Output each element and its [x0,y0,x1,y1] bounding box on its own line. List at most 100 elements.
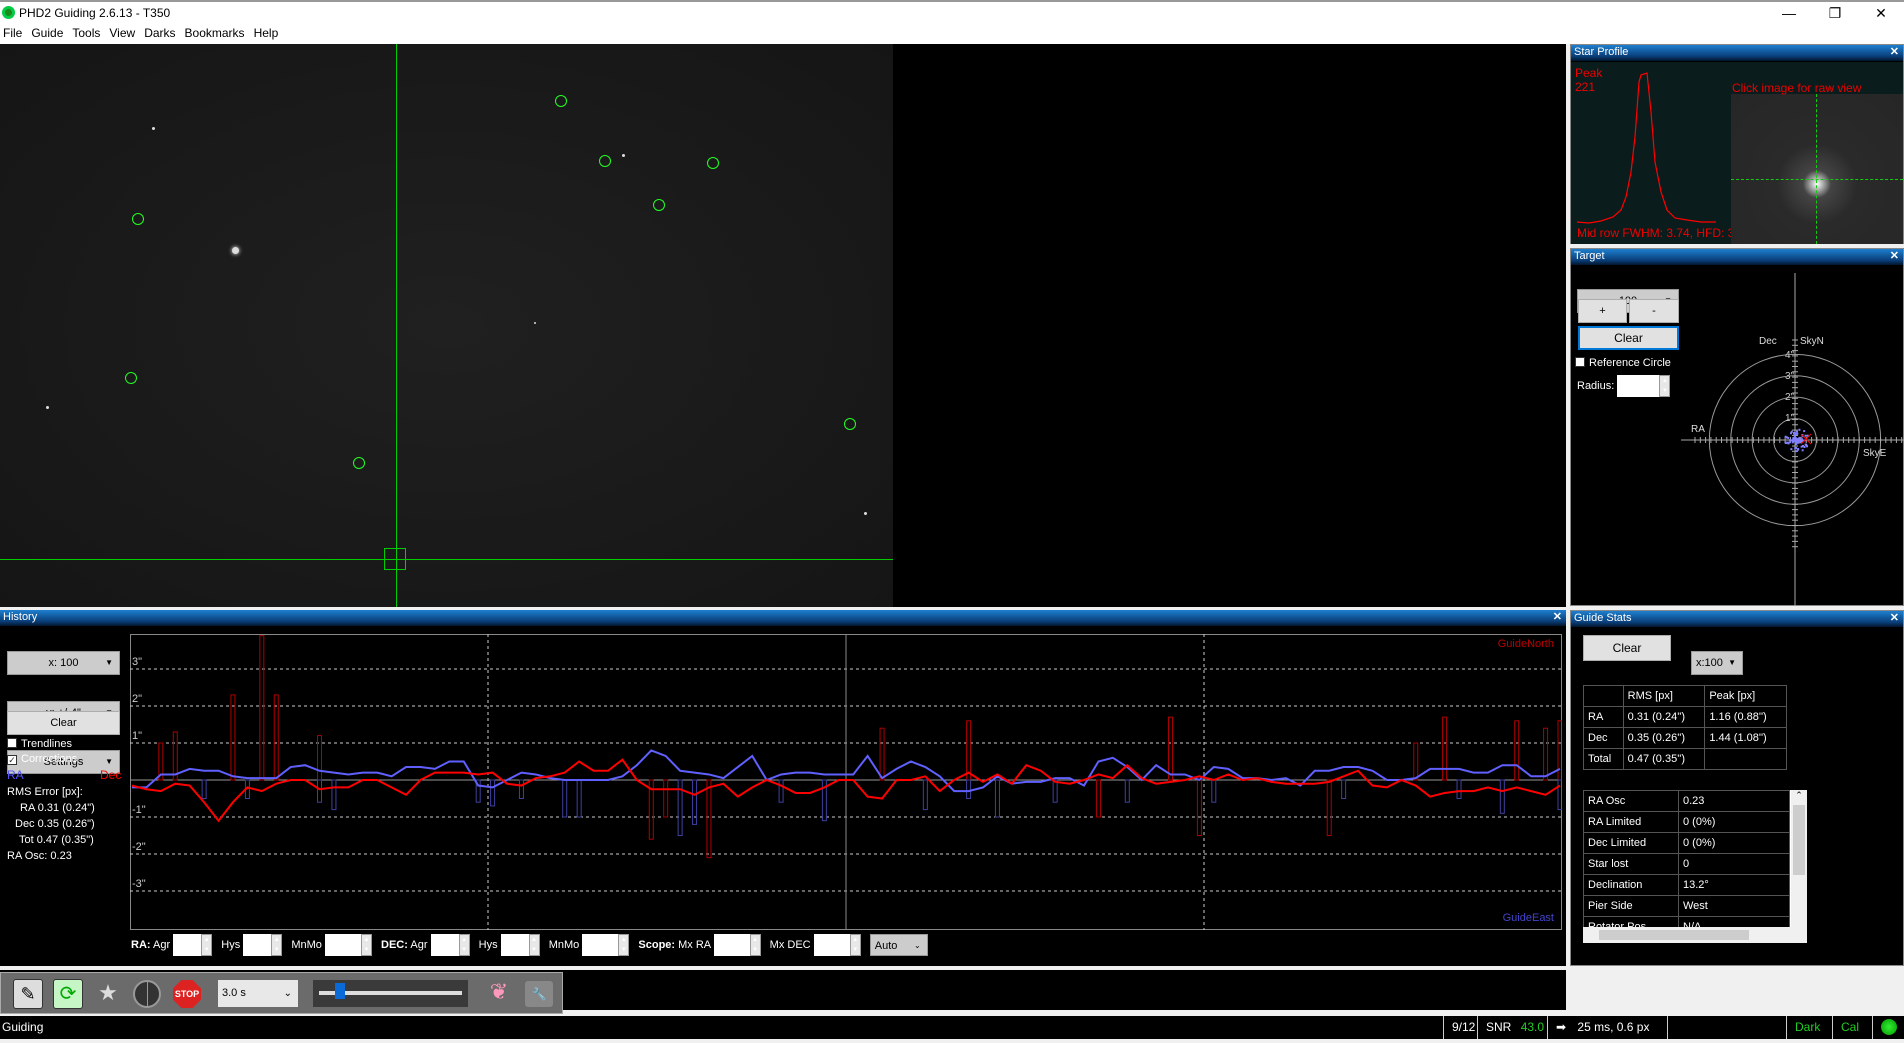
ra-agr-input[interactable]: 70 [173,934,202,956]
star [622,154,625,157]
mxdec-input[interactable]: 2500 [813,934,850,956]
toolbar-strip: ✎ ⟳ ★ STOP 3.0 s ⌄ ❦ 🔧 [0,972,563,1014]
zoom-out-button[interactable]: - [1629,299,1679,323]
star [152,127,155,130]
auto-select-star-button[interactable]: ★ [93,979,123,1009]
minimize-button[interactable]: — [1766,2,1812,24]
star [46,406,49,409]
close-icon[interactable]: ✕ [1890,45,1899,58]
reference-circle-checkbox[interactable]: Reference Circle [1575,357,1671,369]
menu-file[interactable]: File [0,24,28,40]
guide-stats-header: Guide Stats ✕ [1571,611,1903,627]
target-point [1790,448,1793,451]
rms-ra: RA 0.31 (0.24") [20,802,95,814]
target-point [1797,448,1800,451]
cell: 0.23 [1678,790,1790,812]
menu-guide[interactable]: Guide [28,24,69,40]
checkbox[interactable] [1575,357,1585,367]
cell: 1.16 (0.88'') [1704,706,1787,728]
loop-button[interactable]: ⟳ [53,979,83,1009]
dec-mnmo-input[interactable]: 0.36 [582,934,619,956]
menu-darks[interactable]: Darks [141,24,181,40]
maximize-button[interactable]: ❐ [1812,2,1858,24]
ring-label: 2" [1785,392,1795,403]
target-point [1788,441,1791,444]
y-tick-label: 3" [132,656,142,668]
radius-row: Radius: 2.0 ▲ ▼ [1577,375,1671,398]
dec-mnmo-spinner[interactable]: ▲ ▼ [618,934,630,956]
history-graph[interactable]: 3" 2" 1" -1" -2" -3" [130,634,1562,930]
ra-mnmo-input[interactable]: 0.36 [324,934,361,956]
mxdec-spinner[interactable]: ▲ ▼ [849,934,861,956]
mnmo-label: MnMo [548,938,580,951]
arrow-right-icon: ➡ [1556,1020,1567,1034]
dec-hys-spinner[interactable]: ▲ ▼ [528,934,540,956]
guide-button[interactable] [133,980,161,1008]
horizontal-scrollbar[interactable] [1583,927,1807,943]
target-clear-button[interactable]: Clear [1578,326,1679,350]
ra-hys-spinner[interactable]: ▲ ▼ [271,934,283,956]
close-icon[interactable]: ✕ [1890,611,1899,624]
checkbox-checked[interactable]: ✓ [7,755,17,765]
advanced-settings-button[interactable]: ❦ [484,979,514,1009]
dec-hys-input[interactable]: 10 [500,934,529,956]
corrections-label: Corrections [21,753,78,765]
vertical-scrollbar[interactable]: ⌃ [1791,790,1807,927]
menu-view[interactable]: View [106,24,141,40]
panel-title: Target [1574,250,1605,262]
equipment-button[interactable]: 🔧 [525,981,553,1007]
cell: 1.44 (1.08'') [1704,727,1787,749]
scroll-thumb[interactable] [1793,805,1805,875]
snr-value: 43.0 [1520,1020,1545,1034]
info-row: RA Osc 0.23 [1583,790,1790,812]
target-plot: 1" 2" 3" 4" Dec SkyN RA SkyE [1681,273,1904,606]
dark-indicator: Dark [1786,1016,1832,1039]
stats-table: RMS [px] Peak [px] RA 0.31 (0.24'') 1.16 (0… [1583,685,1787,770]
radius-input[interactable]: 2.0 [1617,375,1660,398]
info-grid[interactable]: RA Osc 0.23 RA Limited 0 (0%) Dec Limited 0… [1583,790,1807,943]
snr-label: SNR [1486,1020,1512,1034]
connect-gear-button[interactable]: ✎ [13,979,43,1009]
ra-mnmo-spinner[interactable]: ▲ ▼ [360,934,372,956]
trendlines-checkbox[interactable]: Trendlines [7,738,72,750]
camera-view[interactable] [0,44,1566,607]
star-thumbnail[interactable] [1731,94,1903,244]
stop-button[interactable]: STOP [173,980,201,1008]
reference-circle-label: Reference Circle [1589,357,1671,369]
slider-thumb[interactable] [334,983,345,999]
mxra-spinner[interactable]: ▲ ▼ [749,934,761,956]
gamma-slider[interactable] [313,980,468,1007]
stats-header-row: RMS [px] Peak [px] [1583,685,1787,707]
target-point [1788,439,1791,442]
exposure-select[interactable]: 3.0 s ⌄ [218,980,298,1007]
corrections-checkbox[interactable]: ✓ Corrections [7,753,77,765]
stats-clear-button[interactable]: Clear [1583,635,1671,661]
dec-agr-spinner[interactable]: ▲ ▼ [458,934,470,956]
history-x-combo[interactable]: x: 100 ▼ [7,651,120,675]
ra-hys-input[interactable]: 10 [243,934,272,956]
mxra-input[interactable]: 2500 [713,934,750,956]
close-button[interactable]: ✕ [1858,2,1904,24]
radius-spinner[interactable]: ▲ ▼ [1659,375,1671,398]
ra-agr-spinner[interactable]: ▲ ▼ [201,934,213,956]
menu-help[interactable]: Help [251,24,285,40]
cell: Star lost [1583,853,1679,875]
scroll-thumb[interactable] [1599,930,1749,940]
camera-image[interactable] [0,44,893,607]
menu-tools[interactable]: Tools [69,24,106,40]
menu-bookmarks[interactable]: Bookmarks [182,24,251,40]
close-icon[interactable]: ✕ [1553,610,1562,623]
stats-x-combo[interactable]: x:100 ▼ [1691,651,1743,675]
star-marker [125,372,137,384]
star-marker [844,418,856,430]
close-icon[interactable]: ✕ [1890,249,1899,262]
cell: Dec Limited [1583,832,1679,854]
checkbox[interactable] [7,738,17,748]
history-clear-button[interactable]: Clear [7,711,120,735]
axis-label-skyn: SkyN [1800,336,1824,347]
dec-agr-input[interactable]: 70 [430,934,459,956]
zoom-in-button[interactable]: + [1578,299,1627,323]
profile-area[interactable]: Peak 221 Click image for raw view Mid row… [1571,62,1903,244]
header-cell: RMS [px] [1622,685,1706,707]
dec-mode-select[interactable]: Auto ⌄ [869,934,928,956]
